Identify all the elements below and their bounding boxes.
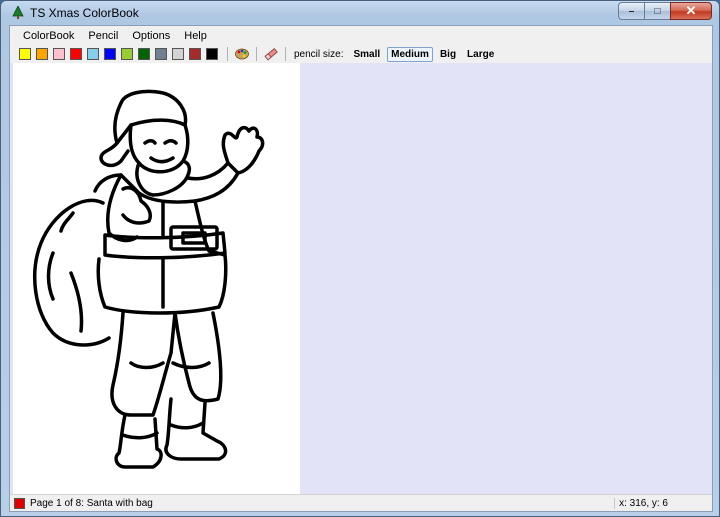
size-big-button[interactable]: Big — [436, 47, 460, 62]
toolbar-separator — [285, 47, 286, 61]
color-swatch-brown[interactable] — [189, 48, 201, 60]
menu-options[interactable]: Options — [125, 30, 177, 42]
color-swatch-dark-green[interactable] — [138, 48, 150, 60]
color-swatch-light-gray[interactable] — [172, 48, 184, 60]
menu-colorbook[interactable]: ColorBook — [16, 30, 81, 42]
size-large-button[interactable]: Large — [463, 47, 498, 62]
color-swatch-pink[interactable] — [53, 48, 65, 60]
menu-help[interactable]: Help — [177, 30, 214, 42]
title-bar[interactable]: TS Xmas ColorBook – □ ✕ — [1, 1, 719, 25]
client-area: ColorBook Pencil Options Help pencil siz… — [9, 25, 713, 512]
size-small-button[interactable]: Small — [349, 47, 384, 62]
color-swatch-blue[interactable] — [104, 48, 116, 60]
color-swatch-gray[interactable] — [155, 48, 167, 60]
toolbar-separator — [256, 47, 257, 61]
window-title: TS Xmas ColorBook — [30, 6, 139, 20]
drawing-area[interactable] — [10, 63, 712, 495]
color-swatch-light-blue[interactable] — [87, 48, 99, 60]
color-swatch-black[interactable] — [206, 48, 218, 60]
color-palette — [19, 48, 223, 60]
eraser-icon[interactable] — [263, 46, 279, 62]
current-color-indicator — [14, 497, 25, 509]
toolbar-separator — [227, 47, 228, 61]
coloring-page[interactable] — [13, 63, 300, 495]
christmas-tree-icon — [11, 6, 25, 20]
menu-bar: ColorBook Pencil Options Help — [10, 26, 712, 45]
santa-with-bag-drawing[interactable] — [13, 63, 300, 495]
page-status-text: Page 1 of 8: Santa with bag — [30, 497, 153, 509]
size-medium-button[interactable]: Medium — [387, 46, 433, 62]
toolbar: pencil size: Small Medium Big Large — [10, 45, 712, 63]
menu-pencil[interactable]: Pencil — [81, 30, 125, 42]
color-swatch-red[interactable] — [70, 48, 82, 60]
pencil-size-label: pencil size: — [294, 48, 344, 60]
color-swatch-yellow-green[interactable] — [121, 48, 133, 60]
cursor-coordinates: x: 316, y: 6 — [614, 498, 668, 509]
color-swatch-yellow[interactable] — [19, 48, 31, 60]
close-button[interactable]: ✕ — [670, 2, 712, 20]
palette-icon[interactable] — [234, 46, 250, 62]
app-window: TS Xmas ColorBook – □ ✕ ColorBook Pencil… — [0, 0, 720, 517]
maximize-button[interactable]: □ — [644, 2, 670, 20]
minimize-button[interactable]: – — [618, 2, 644, 20]
status-bar: Page 1 of 8: Santa with bag x: 316, y: 6 — [10, 494, 712, 511]
color-swatch-orange[interactable] — [36, 48, 48, 60]
